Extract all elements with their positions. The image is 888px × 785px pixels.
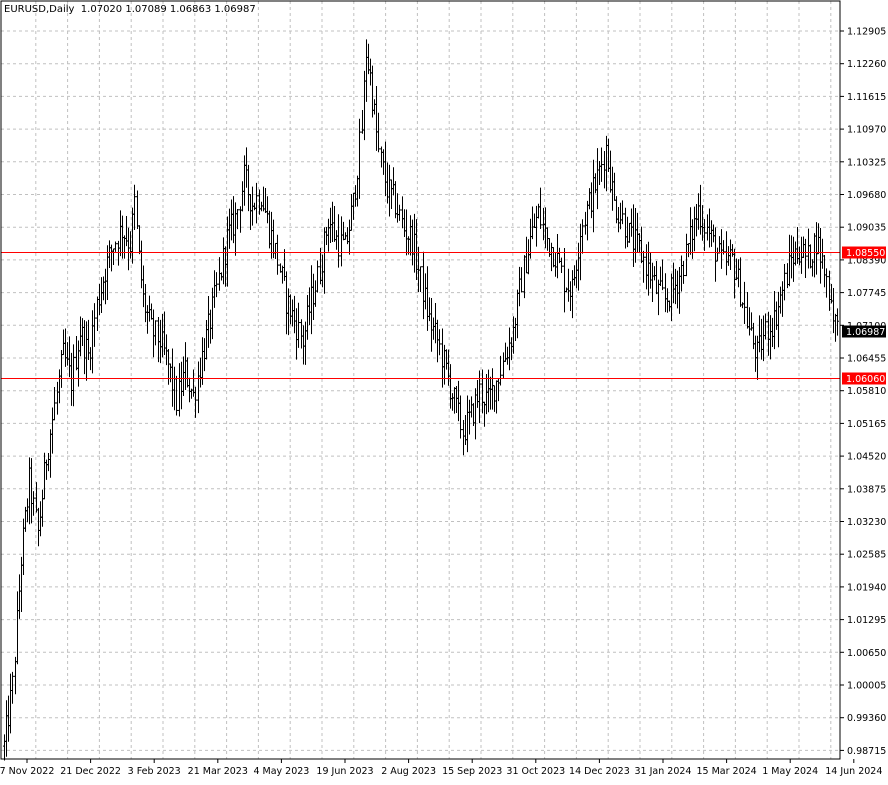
x-tick-label: 31 Jan 2024 [635, 766, 692, 777]
x-tick-label: 15 Sep 2023 [442, 766, 502, 777]
level-price-label: 1.06060 [846, 374, 885, 385]
y-tick-label: 1.01295 [847, 615, 886, 626]
x-tick-label: 19 Jun 2023 [316, 766, 373, 777]
y-tick-label: 1.09680 [847, 190, 886, 201]
y-tick-label: 1.04520 [847, 452, 886, 463]
y-tick-label: 1.12260 [847, 59, 886, 70]
x-tick-label: 21 Mar 2023 [188, 766, 248, 777]
x-tick-label: 15 Mar 2024 [696, 766, 756, 777]
y-tick-label: 1.09035 [847, 223, 886, 234]
y-tick-label: 1.01940 [847, 582, 886, 593]
y-tick-label: 1.05165 [847, 419, 886, 430]
y-tick-label: 1.03230 [847, 517, 886, 528]
y-tick-label: 1.02585 [847, 550, 886, 561]
y-tick-label: 1.05810 [847, 386, 886, 397]
x-tick-label: 2 Aug 2023 [381, 766, 436, 777]
x-tick-label: 31 Oct 2023 [506, 766, 565, 777]
y-tick-label: 1.10325 [847, 157, 886, 168]
x-tick-label: 14 Dec 2023 [569, 766, 630, 777]
y-tick-label: 0.99360 [847, 713, 886, 724]
y-tick-label: 1.10970 [847, 125, 886, 136]
y-tick-label: 1.00005 [847, 681, 886, 692]
x-tick-label: 4 May 2023 [253, 766, 309, 777]
y-tick-label: 1.12905 [847, 27, 886, 38]
y-tick-label: 0.98715 [847, 746, 886, 757]
y-tick-label: 1.06455 [847, 354, 886, 365]
price-chart[interactable]: 1.12905 1.12260 1.11615 1.10970 1.10325 1.096… [0, 0, 888, 781]
y-tick-label: 1.07745 [847, 288, 886, 299]
x-tick-label: 3 Feb 2023 [128, 766, 181, 777]
x-tick-label: 7 Nov 2022 [0, 766, 54, 777]
chart-window[interactable]: 1.12905 1.12260 1.11615 1.10970 1.10325 1.096… [0, 0, 888, 781]
x-tick-label: 1 May 2024 [762, 766, 818, 777]
chart-header: EURUSD,Daily 1.07020 1.07089 1.06863 1.0… [4, 4, 256, 15]
current-price-label: 1.06987 [846, 327, 885, 338]
x-tick-label: 14 Jun 2024 [825, 766, 882, 777]
x-tick-label: 21 Dec 2022 [60, 766, 121, 777]
y-tick-label: 1.00650 [847, 648, 886, 659]
ohlc-readout: 1.07020 1.07089 1.06863 1.06987 [80, 4, 256, 15]
y-tick-label: 1.11615 [847, 92, 886, 103]
y-tick-label: 1.03875 [847, 484, 886, 495]
symbol-label: EURUSD,Daily [4, 4, 75, 15]
level-price-label: 1.08550 [846, 248, 885, 259]
